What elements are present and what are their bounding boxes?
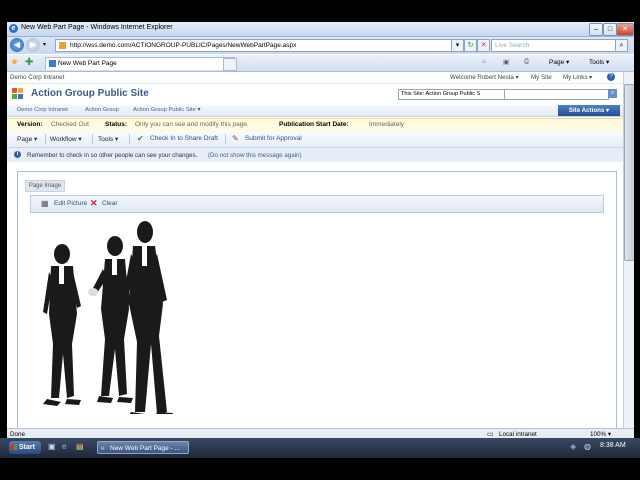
check-in-icon: ✔	[137, 134, 144, 143]
nav-item-action-group[interactable]: Action Group	[85, 107, 119, 113]
version-value: Checked Out	[51, 121, 89, 128]
submit-approval-button[interactable]: Submit for Approval	[245, 135, 302, 142]
edit-picture-icon: ▦	[41, 199, 49, 208]
reminder-text: Remember to check in so other people can…	[27, 152, 198, 159]
home-icon[interactable]: ⌂	[482, 58, 486, 65]
window-titlebar: e New Web Part Page - Windows Internet E…	[7, 22, 634, 37]
dismiss-message-link[interactable]: (Do not show this message again)	[208, 152, 302, 159]
search-input[interactable]: Live Search	[491, 39, 616, 52]
checkin-reminder-bar: i Remember to check in so other people c…	[7, 148, 634, 162]
toolbar-separator	[45, 134, 46, 144]
address-bar-row: ◀ ▶ ▾ http://wss.demo.com/ACTIONGROUP-PU…	[7, 37, 634, 54]
tray-volume-icon[interactable]: ◍	[584, 442, 591, 451]
nav-item-public-site[interactable]: Action Group Public Site ▾	[133, 107, 200, 113]
browser-tab-label: New Web Part Page	[58, 60, 117, 67]
intranet-zone-icon: ▭	[487, 431, 494, 438]
global-home-link[interactable]: Demo Corp Intranet	[10, 74, 64, 81]
tray-network-icon[interactable]: ◈	[570, 442, 576, 451]
feeds-icon[interactable]: ▣	[503, 58, 509, 66]
zone-label: Page Image	[25, 180, 65, 192]
info-icon: i	[14, 151, 21, 158]
minimize-button[interactable]: –	[589, 23, 603, 36]
stop-icon[interactable]: ✕	[477, 39, 490, 52]
my-links-menu[interactable]: My Links ▾	[563, 74, 592, 81]
check-in-button[interactable]: Check In to Share Draft	[150, 135, 218, 142]
welcome-menu[interactable]: Welcome Robert Nesta ▾	[450, 74, 519, 81]
taskbar-task-ie[interactable]: e New Web Part Page - ...	[97, 441, 189, 454]
sp-header: Action Group Public Site This Site: Acti…	[7, 84, 634, 104]
search-icon[interactable]: ⌕	[615, 39, 628, 52]
page-edit-toolbar: Page ▾ Workflow ▾ Tools ▾ ✔ Check In to …	[7, 131, 634, 148]
address-url: http://wss.demo.com/ACTIONGROUP-PUBLIC/P…	[70, 42, 297, 49]
site-title[interactable]: Action Group Public Site	[31, 88, 149, 99]
site-search-go-icon[interactable]: ⌕	[608, 89, 617, 98]
status-label: Status:	[105, 121, 128, 128]
page-image[interactable]	[27, 214, 197, 414]
quicklaunch-explorer-icon[interactable]: ▤	[76, 442, 84, 451]
edit-picture-button[interactable]: Edit Picture	[54, 200, 87, 207]
start-label: Start	[19, 444, 35, 451]
browser-tab[interactable]: New Web Part Page	[45, 57, 235, 70]
clear-button[interactable]: Clear	[102, 200, 118, 207]
toolbar-separator	[129, 134, 130, 144]
forward-button[interactable]: ▶	[26, 38, 40, 52]
pub-date-label: Publication Start Date:	[279, 121, 349, 128]
tools-menu[interactable]: Tools ▾	[589, 58, 609, 66]
taskbar: Start ▣ e ▤ e New Web Part Page - ... ◈ …	[0, 438, 640, 458]
picture-toolbar: ▦ Edit Picture ✕ Clear	[30, 195, 604, 213]
toolbar-workflow-menu[interactable]: Workflow ▾	[50, 135, 82, 143]
close-button[interactable]: ✕	[616, 23, 634, 36]
toolbar-separator	[92, 134, 93, 144]
windows-logo-icon	[11, 444, 17, 450]
tab-row: ★ ✚ New Web Part Page ⌂ ▣ ⎙ Page ▾ Tools…	[7, 55, 634, 72]
site-actions-menu[interactable]: Site Actions ▾	[558, 105, 620, 116]
zoom-level[interactable]: 100% ▾	[590, 431, 611, 438]
security-zone[interactable]: Local intranet	[499, 431, 537, 438]
toolbar-page-menu[interactable]: Page ▾	[17, 135, 37, 143]
task-label: New Web Part Page - ...	[110, 445, 180, 452]
nav-item-intranet[interactable]: Demo Corp Intranet	[17, 107, 68, 113]
search-scope-select[interactable]: This Site: Action Group Public S	[398, 89, 507, 100]
new-tab-button[interactable]	[223, 58, 237, 71]
site-search-input[interactable]	[504, 89, 609, 100]
tab-favicon-icon	[49, 60, 56, 67]
status-text: Done	[10, 431, 26, 438]
page-favicon-icon	[59, 42, 66, 49]
print-icon[interactable]: ⎙	[524, 58, 529, 66]
start-button[interactable]: Start	[9, 441, 41, 454]
page-menu[interactable]: Page ▾	[549, 58, 569, 66]
sp-global-bar: Demo Corp Intranet Welcome Robert Nesta …	[7, 72, 634, 84]
back-button[interactable]: ◀	[10, 38, 24, 52]
maximize-button[interactable]: □	[603, 23, 617, 36]
window-title: New Web Part Page - Windows Internet Exp…	[21, 24, 173, 31]
sp-top-nav: Demo Corp Intranet Action Group Action G…	[7, 105, 634, 117]
quicklaunch-desktop-icon[interactable]: ▣	[48, 442, 56, 451]
address-dropdown-button[interactable]: ▾	[451, 39, 464, 52]
clear-icon: ✕	[90, 198, 98, 208]
ie-logo-icon: e	[9, 24, 18, 33]
submit-approval-icon: ✎	[232, 134, 239, 143]
my-site-link[interactable]: My Site	[531, 74, 552, 81]
refresh-icon[interactable]: ↻	[464, 39, 477, 52]
address-input[interactable]: http://wss.demo.com/ACTIONGROUP-PUBLIC/P…	[55, 39, 469, 52]
status-value: Only you can see and modify this page.	[135, 121, 249, 128]
task-ie-icon: e	[101, 445, 105, 452]
favorites-star-icon[interactable]: ★	[10, 57, 19, 68]
toolbar-separator	[225, 134, 226, 144]
scrollbar-thumb[interactable]	[624, 84, 634, 261]
taskbar-clock[interactable]: 8:38 AM	[600, 442, 626, 449]
help-icon[interactable]: ?	[607, 73, 615, 81]
screen: e New Web Part Page - Windows Internet E…	[7, 22, 634, 458]
pub-date-value: Immediately	[369, 121, 405, 128]
version-label: Version:	[17, 121, 43, 128]
page-status-bar: Version: Checked Out Status: Only you ca…	[7, 118, 634, 132]
history-dropdown-icon[interactable]: ▾	[43, 41, 46, 48]
toolbar-tools-menu[interactable]: Tools ▾	[98, 135, 118, 143]
add-favorites-icon[interactable]: ✚	[25, 57, 33, 68]
quicklaunch-ie-icon[interactable]: e	[62, 442, 66, 451]
